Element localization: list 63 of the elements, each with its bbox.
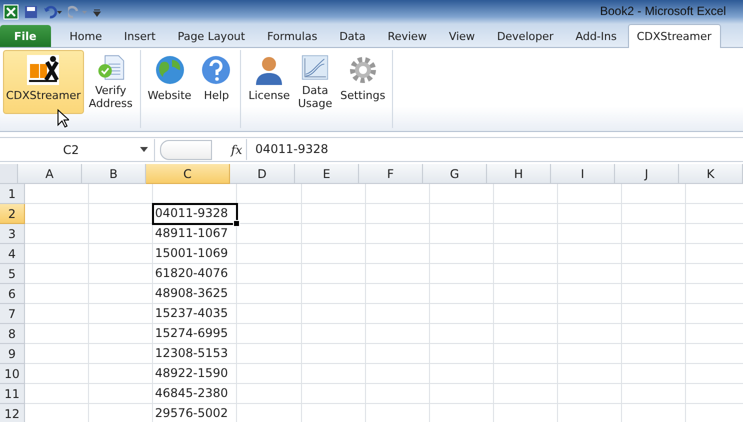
column-header[interactable]: G	[423, 164, 487, 184]
save-icon[interactable]	[24, 5, 38, 19]
ribbon-tab[interactable]: Data	[339, 25, 366, 47]
row-header[interactable]: 5	[0, 264, 25, 284]
ribbon-button[interactable]: License	[245, 50, 293, 114]
ribbon-button[interactable]: Website	[144, 50, 194, 114]
ribbon-tab[interactable]: Insert	[124, 25, 156, 47]
row-header[interactable]: 3	[0, 224, 25, 244]
column-header[interactable]: D	[230, 164, 295, 184]
ribbon-tab[interactable]: CDXStreamer	[628, 24, 721, 48]
row-header[interactable]: 10	[0, 364, 25, 384]
table-cell-text: 48922-1590	[154, 366, 228, 380]
row-header[interactable]: 7	[0, 304, 25, 324]
table-cell-text: 48911-1067	[154, 226, 228, 240]
ribbon-tab[interactable]: Formulas	[267, 25, 318, 47]
table-cell-text: 46845-2380	[154, 386, 228, 400]
row-header[interactable]: 12	[0, 404, 25, 422]
insert-function-button[interactable]: fx	[227, 142, 246, 156]
column-header[interactable]: K	[679, 164, 743, 184]
row-header[interactable]: 2	[0, 204, 25, 224]
spreadsheet-icon[interactable]	[3, 4, 19, 20]
row-header[interactable]: 1	[0, 184, 25, 204]
column-header[interactable]: H	[487, 164, 551, 184]
row-header[interactable]: 4	[0, 244, 25, 264]
ribbon-button[interactable]: Help	[196, 50, 236, 114]
table-cell-text: 15237-4035	[154, 306, 228, 320]
table-cell-text: 15274-6995	[154, 326, 228, 340]
table-cell-text: 48908-3625	[154, 286, 228, 300]
window-title: Book2 - Microsoft Excel	[600, 4, 726, 18]
active-cell[interactable]: 04011-9328	[152, 203, 238, 225]
column-header[interactable]: B	[82, 164, 146, 184]
table-cell-text: 12308-5153	[154, 346, 228, 360]
column-header[interactable]: J	[615, 164, 679, 184]
mouse-cursor-icon	[57, 109, 69, 128]
row-header[interactable]: 11	[0, 384, 25, 404]
column-header[interactable]: A	[18, 164, 82, 184]
row-header[interactable]: 9	[0, 344, 25, 364]
ribbon-button[interactable]: Data Usage	[294, 50, 336, 114]
ribbon-tab[interactable]: Add-Ins	[576, 25, 617, 47]
ribbon-tab[interactable]: Home	[70, 25, 102, 47]
formula-field[interactable]: 04011-9328	[246, 139, 743, 160]
ribbon-button[interactable]: Settings	[337, 50, 388, 114]
column-header[interactable]: I	[551, 164, 615, 184]
undo-icon[interactable]	[43, 5, 63, 19]
ribbon-tab[interactable]: Page Layout	[178, 25, 246, 47]
table-cell-text: 29576-5002	[154, 406, 228, 420]
ribbon-tab[interactable]: Review	[388, 25, 427, 47]
table-cell-text: 61820-4076	[154, 266, 228, 280]
ribbon-button[interactable]: CDXStreamer	[3, 50, 84, 114]
ribbon-tab[interactable]: View	[448, 25, 475, 47]
column-header[interactable]: C	[146, 164, 230, 184]
name-box[interactable]: C2	[0, 138, 155, 160]
dropdown-icon	[140, 147, 148, 152]
ribbon-tab[interactable]: Developer	[496, 25, 554, 47]
ribbon-tab[interactable]: File	[0, 25, 51, 47]
table-cell-text: 15001-1069	[154, 246, 228, 260]
column-header[interactable]: F	[359, 164, 423, 184]
formula-bar-handle[interactable]	[160, 140, 212, 160]
ribbon-button[interactable]: Verify Address	[86, 50, 136, 114]
logo-icon	[26, 54, 60, 86]
row-header[interactable]: 6	[0, 284, 25, 304]
column-header[interactable]: E	[295, 164, 359, 184]
row-header[interactable]: 8	[0, 324, 25, 344]
